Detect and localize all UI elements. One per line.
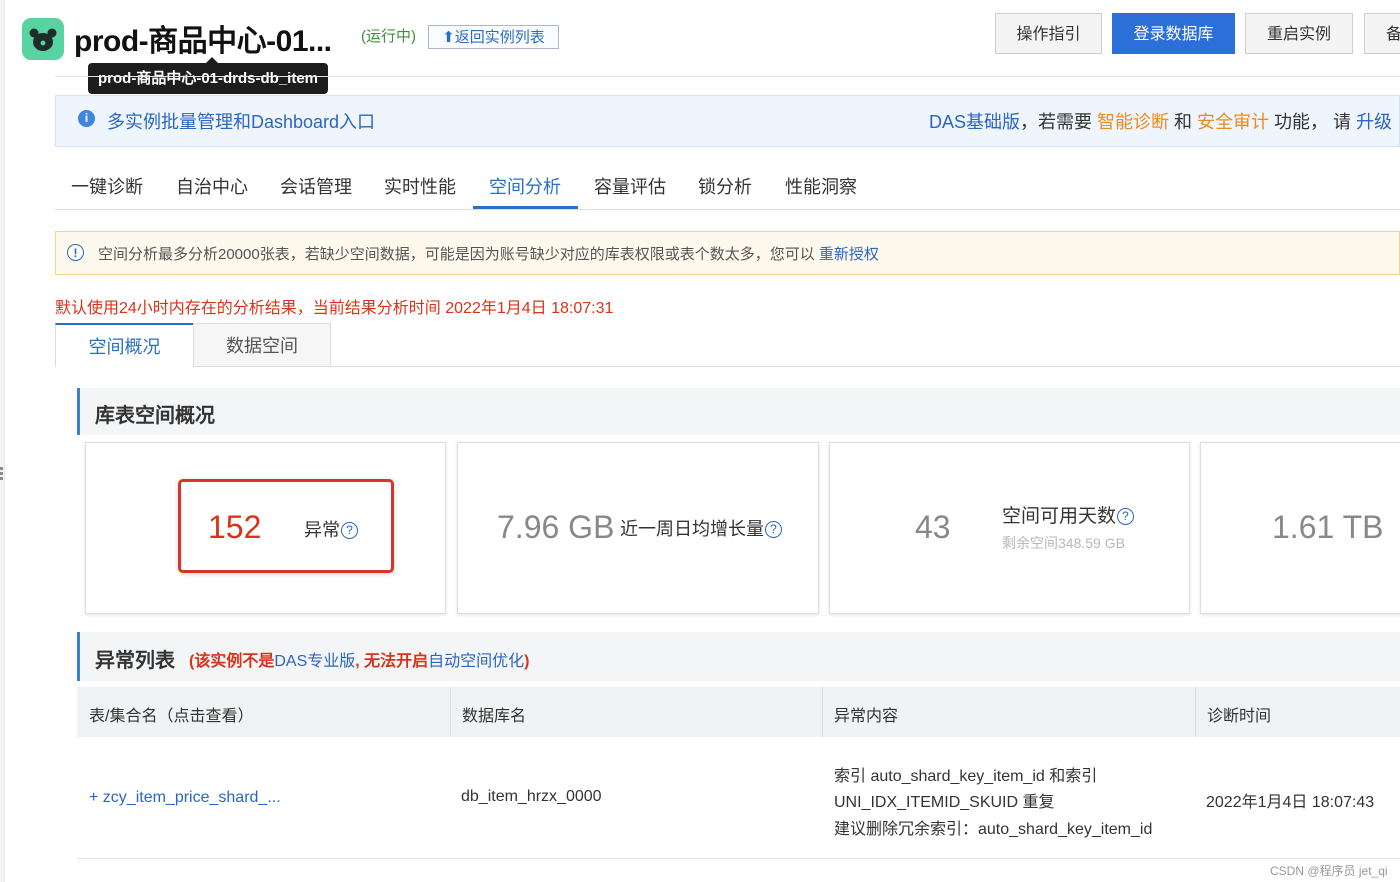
column-header-database: 数据库名 bbox=[462, 708, 527, 725]
header-divider bbox=[55, 76, 1400, 77]
instance-logo-icon bbox=[22, 18, 64, 60]
security-audit-link[interactable]: 安全审计 bbox=[1197, 112, 1269, 132]
banner-text-2: 和 bbox=[1169, 112, 1198, 132]
overview-section-header bbox=[77, 388, 1400, 435]
tab-lock-analysis[interactable]: 锁分析 bbox=[698, 173, 752, 199]
column-divider bbox=[1195, 687, 1196, 737]
anomaly-content-line: 索引 auto_shard_key_item_id 和索引 bbox=[834, 768, 1098, 785]
pro-edition-notice: (该实例不是DAS专业版, 无法开启自动空间优化) bbox=[189, 647, 530, 671]
banner-text-1: ，若需要 bbox=[1020, 112, 1098, 132]
table-name-link[interactable]: + zcy_item_price_shard_... bbox=[89, 789, 281, 807]
status-badge: (运行中) bbox=[361, 28, 416, 45]
tab-session-management[interactable]: 会话管理 bbox=[280, 173, 352, 199]
tabs-divider bbox=[55, 209, 1400, 210]
anomaly-label: 异常? bbox=[304, 516, 358, 542]
notice-prefix: (该实例不是 bbox=[189, 653, 275, 670]
anomaly-label-text: 异常 bbox=[304, 520, 340, 540]
login-db-button[interactable]: 登录数据库 bbox=[1112, 13, 1235, 54]
info-icon: i bbox=[78, 110, 95, 127]
warning-text: 空间分析最多分析20000张表，若缺少空间数据，可能是因为账号缺少对应的库表权限… bbox=[98, 243, 879, 264]
database-name: db_item_hrzx_0000 bbox=[461, 788, 602, 805]
back-to-list-button[interactable]: ⬆返回实例列表 bbox=[428, 25, 559, 49]
subtab-space-overview[interactable]: 空间概况 bbox=[55, 323, 194, 367]
anomaly-section-title: 异常列表 bbox=[95, 650, 175, 672]
tab-realtime-performance[interactable]: 实时性能 bbox=[384, 173, 456, 199]
daily-growth-label-text: 近一周日均增长量 bbox=[620, 519, 764, 539]
available-days-label-text: 空间可用天数 bbox=[1002, 506, 1117, 527]
instance-title: prod-商品中心-01... bbox=[74, 25, 332, 58]
tab-autonomy-center[interactable]: 自治中心 bbox=[176, 173, 248, 199]
das-basic-label: DAS基础版 bbox=[929, 112, 1021, 132]
help-icon[interactable]: ? bbox=[1117, 508, 1135, 525]
column-header-time: 诊断时间 bbox=[1207, 708, 1272, 725]
column-header-table[interactable]: 表/集合名（点击查看） bbox=[89, 702, 253, 726]
guide-button[interactable]: 操作指引 bbox=[995, 13, 1102, 54]
tab-space-analysis[interactable]: 空间分析 bbox=[489, 173, 561, 199]
notice-suffix: ) bbox=[524, 653, 530, 670]
upgrade-link[interactable]: 升级 bbox=[1356, 112, 1392, 132]
row-divider bbox=[77, 858, 1400, 859]
das-pro-link[interactable]: DAS专业版 bbox=[274, 653, 355, 670]
diagnosis-time: 2022年1月4日 18:07:43 bbox=[1206, 794, 1375, 811]
tab-performance-insight[interactable]: 性能洞察 bbox=[785, 173, 857, 199]
collapse-handle-icon[interactable] bbox=[0, 465, 4, 483]
tab-capacity-assessment[interactable]: 容量评估 bbox=[594, 173, 666, 199]
banner-text-3: 功能， 请 bbox=[1269, 112, 1357, 132]
restart-instance-button[interactable]: 重启实例 bbox=[1245, 13, 1353, 54]
remaining-space: 剩余空间348.59 GB bbox=[1002, 535, 1125, 551]
backup-button[interactable]: 备 bbox=[1364, 13, 1400, 54]
warning-message: 空间分析最多分析20000张表，若缺少空间数据，可能是因为账号缺少对应的库表权限… bbox=[98, 246, 819, 263]
subtab-data-space[interactable]: 数据空间 bbox=[193, 323, 331, 367]
help-icon[interactable]: ? bbox=[765, 521, 782, 538]
column-divider bbox=[450, 687, 451, 737]
daily-growth-label: 近一周日均增长量? bbox=[620, 515, 782, 541]
available-days-label: 空间可用天数? bbox=[1002, 501, 1135, 528]
warning-info-icon: ! bbox=[67, 244, 84, 261]
reauthorize-link[interactable]: 重新授权 bbox=[819, 246, 879, 263]
help-icon[interactable]: ? bbox=[341, 522, 358, 539]
watermark: CSDN @程序员 jet_qi bbox=[1270, 864, 1388, 878]
column-header-content: 异常内容 bbox=[834, 708, 899, 725]
available-days-card bbox=[829, 442, 1190, 614]
multi-instance-dashboard-link[interactable]: 多实例批量管理和Dashboard入口 bbox=[107, 108, 375, 134]
das-upgrade-notice: DAS基础版，若需要 智能诊断 和 安全审计 功能， 请 升级 bbox=[929, 108, 1392, 134]
smart-diagnosis-link[interactable]: 智能诊断 bbox=[1097, 112, 1169, 132]
total-space-value: 1.61 TB bbox=[1272, 509, 1384, 545]
table-header bbox=[77, 687, 1400, 737]
anomaly-content-line: 建议删除冗余索引：auto_shard_key_item_id bbox=[834, 821, 1153, 838]
overview-section-title: 库表空间概况 bbox=[95, 405, 215, 427]
subtabs-divider bbox=[331, 366, 1400, 367]
left-rail bbox=[0, 0, 5, 882]
available-days-value: 43 bbox=[915, 509, 951, 545]
daily-growth-value: 7.96 GB bbox=[497, 509, 615, 545]
anomaly-count: 152 bbox=[208, 509, 262, 545]
anomaly-content-line: UNI_IDX_ITEMID_SKUID 重复 bbox=[834, 794, 1055, 811]
notice-mid: , 无法开启 bbox=[355, 653, 429, 670]
auto-space-optimize-link[interactable]: 自动空间优化 bbox=[428, 653, 524, 670]
tab-one-click-diagnosis[interactable]: 一键诊断 bbox=[71, 173, 143, 199]
analysis-time-notice: 默认使用24小时内存在的分析结果，当前结果分析时间 2022年1月4日 18:0… bbox=[55, 300, 614, 317]
column-divider bbox=[822, 687, 823, 737]
title-tooltip: prod-商品中心-01-drds-db_item bbox=[88, 57, 329, 94]
